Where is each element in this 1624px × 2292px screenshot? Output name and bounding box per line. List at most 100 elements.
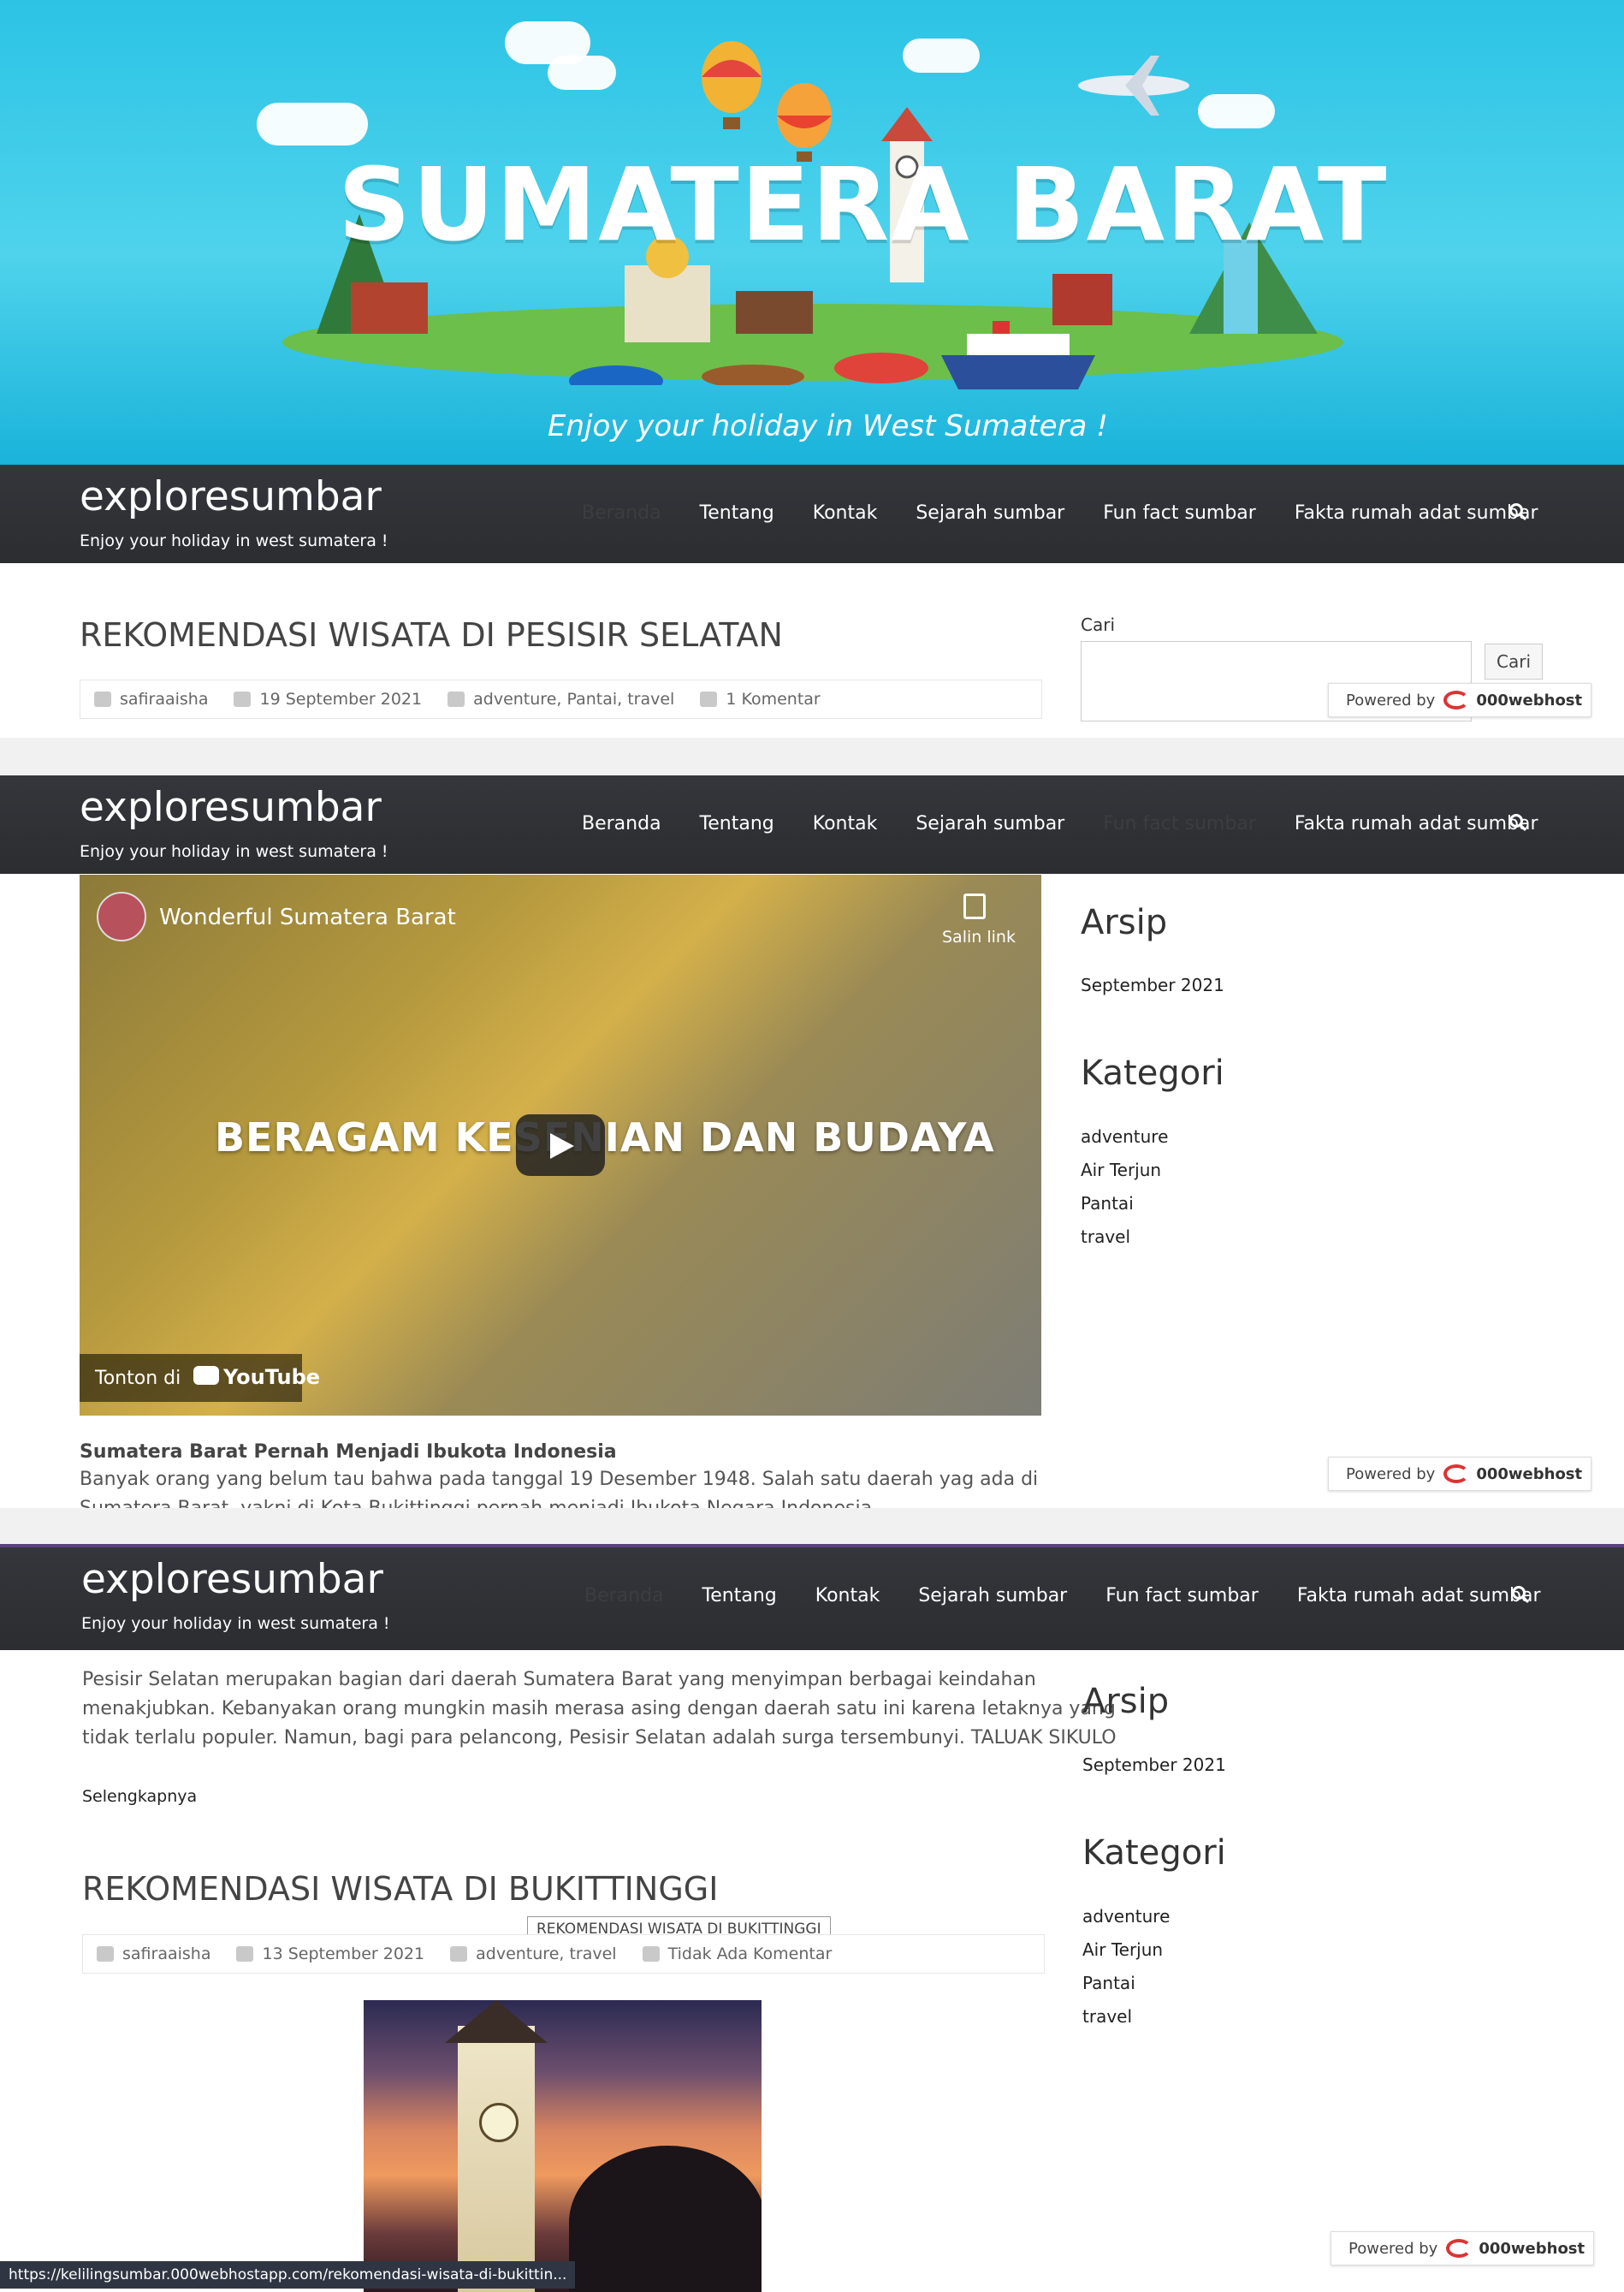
post-excerpt-line: menakjubkan. Kebanyakan orang mungkin ma… — [82, 1698, 1116, 1719]
frame-separator — [0, 1508, 1624, 1544]
user-icon — [97, 1946, 114, 1962]
site-brand[interactable]: exploresumbar — [80, 784, 382, 831]
powered-host: 000webhost — [1476, 691, 1583, 710]
search-icon[interactable] — [1511, 1585, 1530, 1604]
nav-item-fun-fact-sumbar[interactable]: Fun fact sumbar — [1105, 1585, 1259, 1606]
nav-item-sejarah-sumbar[interactable]: Sejarah sumbar — [916, 813, 1064, 834]
cloud-decoration — [257, 103, 368, 145]
archive-link[interactable]: September 2021 — [1081, 975, 1224, 995]
main-menu: Beranda Tentang Kontak Sejarah sumbar Fu… — [584, 1585, 1580, 1606]
main-menu: Beranda Tentang Kontak Sejarah sumbar Fu… — [582, 813, 1577, 834]
date-link[interactable]: 19 September 2021 — [259, 690, 422, 709]
post-meta: safiraaisha 19 September 2021 adventure,… — [80, 680, 1042, 719]
clock-tower-image — [458, 2026, 535, 2292]
browser-status-url: https://kelilingsumbar.000webhostapp.com… — [0, 2261, 576, 2289]
category-link[interactable]: adventure — [1081, 1126, 1168, 1147]
comment-icon — [642, 1946, 660, 1962]
channel-avatar[interactable] — [97, 892, 146, 941]
post-excerpt-line: Pesisir Selatan merupakan bagian dari da… — [82, 1669, 1036, 1690]
watch-on-label[interactable]: Tonton di — [95, 1368, 181, 1389]
post-date: 19 September 2021 — [234, 690, 422, 709]
category-heading: Kategori — [1081, 1054, 1224, 1093]
category-link[interactable]: Air Terjun — [1081, 1160, 1161, 1180]
post-comments: 1 Komentar — [700, 690, 821, 709]
category-link[interactable]: Pantai — [1081, 1193, 1134, 1214]
youtube-video-embed[interactable]: Wonderful Sumatera Barat Salin link BERA… — [80, 875, 1041, 1416]
post-featured-image[interactable] — [364, 2000, 762, 2292]
site-tagline: Enjoy your holiday in west sumatera ! — [81, 1614, 390, 1633]
category-link[interactable]: travel — [1081, 1226, 1130, 1247]
nav-item-sejarah-sumbar[interactable]: Sejarah sumbar — [916, 502, 1064, 524]
powered-by-badge[interactable]: Powered by 000webhost — [1331, 2231, 1594, 2265]
nav-item-fakta-rumah-adat[interactable]: Fakta rumah adat sumbar — [1295, 813, 1538, 834]
site-brand[interactable]: exploresumbar — [80, 473, 382, 520]
tower-roof — [445, 2000, 548, 2043]
author-link[interactable]: safiraaisha — [120, 690, 208, 709]
category-link[interactable]: Pantai — [1082, 1973, 1135, 1993]
post-author: safiraaisha — [94, 690, 208, 709]
nav-item-tentang[interactable]: Tentang — [702, 1585, 777, 1606]
nav-item-tentang[interactable]: Tentang — [700, 813, 774, 834]
post-title[interactable]: REKOMENDASI WISATA DI PESISIR SELATAN — [80, 616, 783, 654]
nav-item-fakta-rumah-adat[interactable]: Fakta rumah adat sumbar — [1295, 502, 1538, 524]
copy-link-label[interactable]: Salin link — [942, 928, 1016, 947]
nav-item-kontak[interactable]: Kontak — [813, 813, 878, 834]
site-header: exploresumbar Enjoy your holiday in west… — [0, 465, 1624, 563]
category-link[interactable]: adventure — [1082, 1906, 1170, 1927]
category-link[interactable]: Air Terjun — [1082, 1939, 1163, 1960]
archive-link[interactable]: September 2021 — [1082, 1755, 1226, 1775]
nav-item-fakta-rumah-adat[interactable]: Fakta rumah adat sumbar — [1297, 1585, 1541, 1606]
nav-item-beranda[interactable]: Beranda — [582, 813, 661, 834]
nav-item-beranda[interactable]: Beranda — [584, 1585, 664, 1606]
author-link[interactable]: safiraaisha — [122, 1945, 210, 1963]
search-button[interactable]: Cari — [1485, 644, 1543, 680]
site-brand[interactable]: exploresumbar — [81, 1556, 383, 1603]
comments-link[interactable]: 1 Komentar — [726, 690, 820, 709]
powered-host: 000webhost — [1476, 1464, 1583, 1483]
hero-tagline: Enjoy your holiday in West Sumatera ! — [548, 409, 1108, 443]
cloud-decoration — [548, 56, 616, 90]
categories-links[interactable]: adventure, travel — [476, 1945, 616, 1963]
article-paragraph: Banyak orang yang belum tau bahwa pada t… — [80, 1469, 1039, 1490]
categories-links[interactable]: adventure, Pantai, travel — [473, 690, 674, 709]
user-icon — [94, 692, 111, 707]
post-categories: adventure, Pantai, travel — [447, 690, 674, 709]
date-link[interactable]: 13 September 2021 — [262, 1945, 424, 1963]
post-author: safiraaisha — [97, 1945, 210, 1963]
nav-item-beranda[interactable]: Beranda — [582, 502, 661, 524]
nav-item-fun-fact-sumbar[interactable]: Fun fact sumbar — [1103, 813, 1256, 834]
archive-heading: Arsip — [1082, 1682, 1170, 1721]
archive-heading: Arsip — [1081, 903, 1168, 942]
webhost-logo-icon — [1443, 1464, 1470, 1483]
powered-by-badge[interactable]: Powered by 000webhost — [1328, 683, 1591, 717]
powered-by-badge[interactable]: Powered by 000webhost — [1328, 1457, 1591, 1491]
powered-host: 000webhost — [1479, 2239, 1585, 2258]
powered-label: Powered by — [1348, 2239, 1438, 2258]
search-icon[interactable] — [1508, 502, 1527, 521]
nav-item-kontak[interactable]: Kontak — [815, 1585, 880, 1606]
comment-icon — [700, 692, 718, 707]
play-button[interactable] — [516, 1114, 605, 1176]
category-link[interactable]: travel — [1082, 2006, 1132, 2027]
article-subheading: Sumatera Barat Pernah Menjadi Ibukota In… — [80, 1441, 617, 1463]
site-header: exploresumbar Enjoy your holiday in west… — [0, 775, 1624, 874]
nav-item-tentang[interactable]: Tentang — [700, 502, 774, 524]
youtube-wordmark[interactable]: YouTube — [223, 1365, 320, 1389]
tree-silhouette — [569, 2146, 762, 2292]
calendar-icon — [234, 692, 252, 707]
nav-item-sejarah-sumbar[interactable]: Sejarah sumbar — [918, 1585, 1067, 1606]
powered-label: Powered by — [1346, 1464, 1436, 1483]
hot-air-balloon-icon — [702, 41, 762, 129]
site-header: exploresumbar Enjoy your holiday in west… — [0, 1544, 1624, 1650]
youtube-logo-icon[interactable] — [193, 1366, 219, 1385]
copy-link-icon[interactable] — [963, 894, 986, 919]
folder-icon — [450, 1946, 468, 1962]
read-more-link[interactable]: Selengkapnya — [82, 1787, 197, 1806]
nav-item-fun-fact-sumbar[interactable]: Fun fact sumbar — [1103, 502, 1256, 524]
cruise-ship-icon — [941, 321, 1095, 389]
comments-link[interactable]: Tidak Ada Komentar — [668, 1945, 833, 1963]
search-icon[interactable] — [1508, 813, 1527, 832]
nav-item-kontak[interactable]: Kontak — [813, 502, 878, 524]
post-title[interactable]: REKOMENDASI WISATA DI BUKITTINGGI — [82, 1870, 718, 1908]
video-title[interactable]: Wonderful Sumatera Barat — [159, 905, 456, 930]
